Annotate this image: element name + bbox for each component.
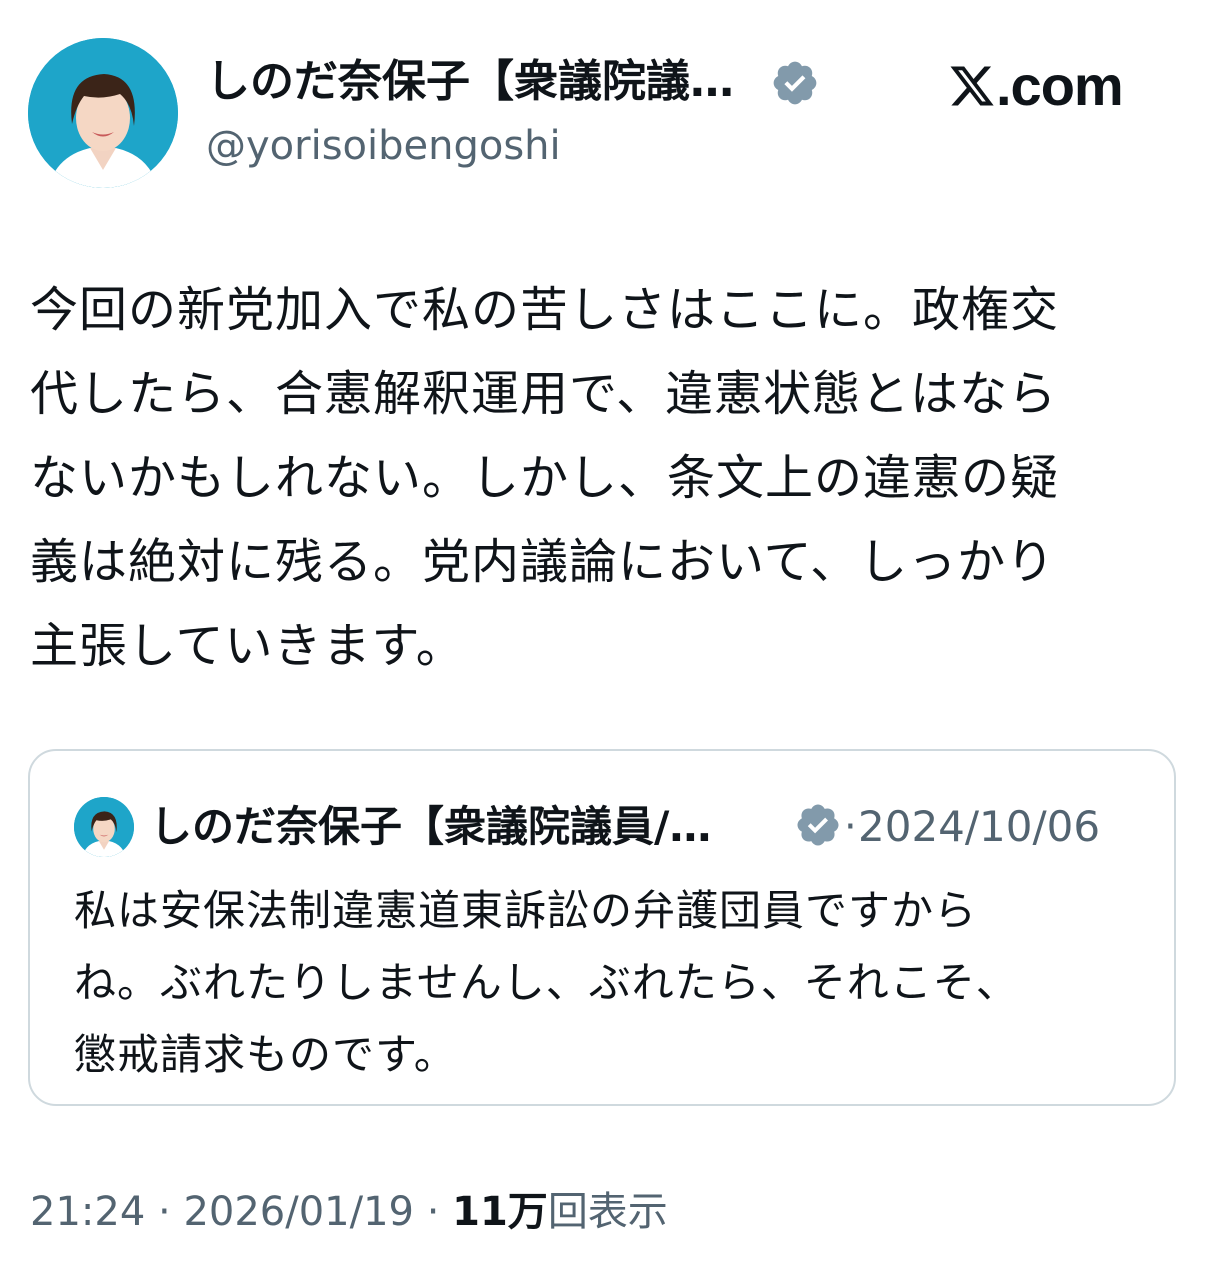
quoted-tweet-card[interactable]: しのだ奈保子【衆議院議員/… · 2024/10/06 私は安保法制違憲道東訴訟… xyxy=(28,749,1176,1106)
tweet-meta: 21:24 · 2026/01/19 · 11万回表示 xyxy=(30,1184,668,1240)
tweet-time[interactable]: 21:24 xyxy=(30,1189,145,1235)
author-handle[interactable]: @yorisoibengoshi xyxy=(206,118,561,174)
site-domain-label: .com xyxy=(996,54,1124,117)
verified-badge-icon xyxy=(797,804,839,846)
verified-badge-icon xyxy=(773,61,817,105)
tweet-text: 今回の新党加入で私の苦しさはここに。政権交 代したら、合憲解釈運用で、違憲状態と… xyxy=(30,282,1060,674)
quoted-tweet-text: 私は安保法制違憲道東訴訟の弁護団員ですから ね。ぶれたりしませんし、ぶれたら、そ… xyxy=(74,886,1019,1079)
profile-photo xyxy=(74,797,134,857)
x-logo-icon xyxy=(950,66,994,106)
quoted-separator: · xyxy=(844,804,857,850)
author-avatar[interactable] xyxy=(28,38,178,188)
quoted-author-avatar xyxy=(74,797,134,857)
meta-separator: · xyxy=(413,1189,453,1235)
views-count[interactable]: 11万 xyxy=(452,1189,548,1235)
site-logo[interactable]: .com xyxy=(948,54,1124,117)
quoted-author-display-name: しのだ奈保子【衆議院議員/… xyxy=(150,802,712,851)
views-label[interactable]: 回表示 xyxy=(548,1189,668,1235)
author-display-name[interactable]: しのだ奈保子【衆議院議… xyxy=(206,52,766,112)
profile-photo xyxy=(28,38,178,188)
tweet-date[interactable]: 2026/01/19 xyxy=(183,1189,414,1235)
meta-separator: · xyxy=(145,1189,184,1235)
quoted-tweet-date[interactable]: 2024/10/06 xyxy=(858,797,1100,857)
